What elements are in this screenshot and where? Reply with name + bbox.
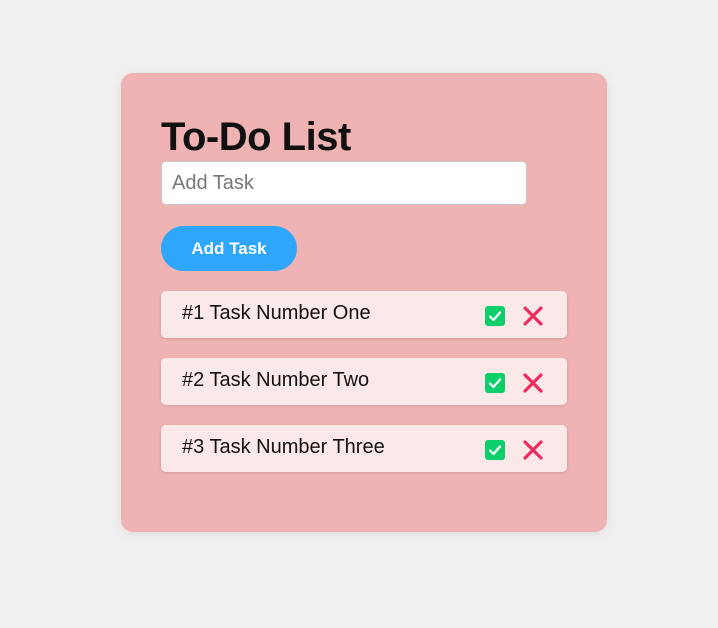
- task-label: #3 Task Number Three: [182, 436, 385, 458]
- complete-task-button[interactable]: [485, 440, 505, 460]
- checkmark-icon: [488, 378, 502, 389]
- task-label: #2 Task Number Two: [182, 369, 370, 391]
- task-item: #1 Task Number One: [161, 291, 567, 338]
- close-icon: [523, 306, 543, 326]
- checkmark-icon: [488, 311, 502, 322]
- todo-card: To-Do List Add Task #1 Task Number One #…: [121, 73, 607, 532]
- delete-task-button[interactable]: [522, 372, 544, 394]
- task-item: #3 Task Number Three: [161, 425, 567, 472]
- close-icon: [523, 373, 543, 393]
- add-task-button[interactable]: Add Task: [161, 226, 297, 271]
- complete-task-button[interactable]: [485, 306, 505, 326]
- delete-task-button[interactable]: [522, 305, 544, 327]
- page-title: To-Do List: [161, 115, 351, 159]
- complete-task-button[interactable]: [485, 373, 505, 393]
- checkmark-icon: [488, 445, 502, 456]
- add-task-input[interactable]: [161, 161, 527, 205]
- task-label: #1 Task Number One: [182, 302, 371, 324]
- task-list: #1 Task Number One #2 Task Number Two #3…: [161, 291, 567, 492]
- task-item: #2 Task Number Two: [161, 358, 567, 405]
- close-icon: [523, 440, 543, 460]
- delete-task-button[interactable]: [522, 439, 544, 461]
